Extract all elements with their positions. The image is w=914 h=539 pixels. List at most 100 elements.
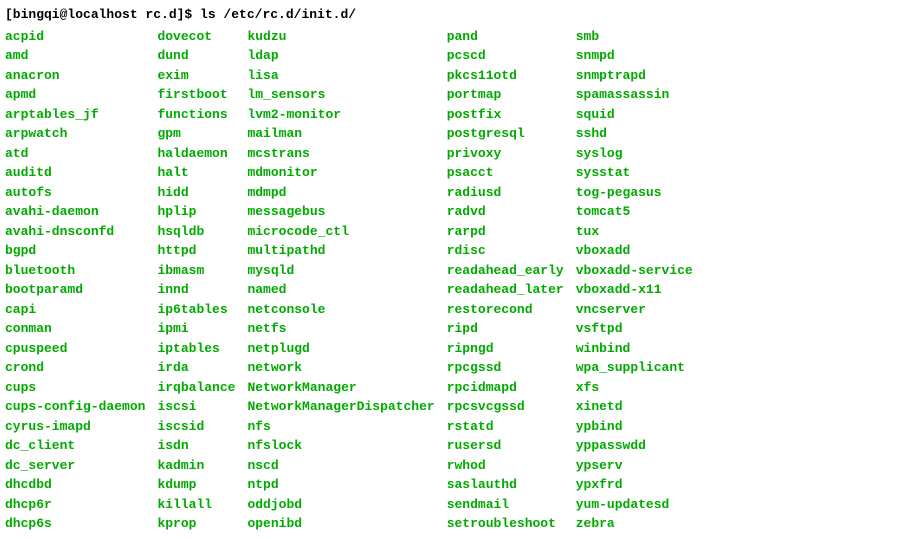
file-entry: kudzu <box>247 27 434 47</box>
file-entry: psacct <box>447 163 564 183</box>
file-entry: wpa_supplicant <box>576 358 693 378</box>
file-entry: acpid <box>5 27 145 47</box>
file-entry: privoxy <box>447 144 564 164</box>
file-entry: radiusd <box>447 183 564 203</box>
file-entry: mdmpd <box>247 183 434 203</box>
file-entry: killall <box>157 495 235 515</box>
file-entry: atd <box>5 144 145 164</box>
file-entry: pkcs11otd <box>447 66 564 86</box>
file-entry: openibd <box>247 514 434 534</box>
file-entry: ripd <box>447 319 564 339</box>
directory-listing: acpidamdanacronapmdarptables_jfarpwatcha… <box>5 27 909 534</box>
file-entry: crond <box>5 358 145 378</box>
file-entry: avahi-dnsconfd <box>5 222 145 242</box>
file-entry: ypbind <box>576 417 693 437</box>
file-entry: arptables_jf <box>5 105 145 125</box>
file-entry: innd <box>157 280 235 300</box>
file-entry: squid <box>576 105 693 125</box>
listing-column-1: dovecotdundeximfirstbootfunctionsgpmhald… <box>157 27 247 534</box>
file-entry: bootparamd <box>5 280 145 300</box>
file-entry: conman <box>5 319 145 339</box>
file-entry: cups <box>5 378 145 398</box>
file-entry: multipathd <box>247 241 434 261</box>
file-entry: kdump <box>157 475 235 495</box>
file-entry: network <box>247 358 434 378</box>
file-entry: nfs <box>247 417 434 437</box>
file-entry: dc_server <box>5 456 145 476</box>
file-entry: bluetooth <box>5 261 145 281</box>
file-entry: mailman <box>247 124 434 144</box>
file-entry: readahead_early <box>447 261 564 281</box>
file-entry: ldap <box>247 46 434 66</box>
file-entry: ripngd <box>447 339 564 359</box>
listing-column-2: kudzuldaplisalm_sensorslvm2-monitormailm… <box>247 27 446 534</box>
file-entry: firstboot <box>157 85 235 105</box>
file-entry: ipmi <box>157 319 235 339</box>
file-entry: sshd <box>576 124 693 144</box>
listing-column-4: smbsnmpdsnmptrapdspamassassinsquidsshdsy… <box>576 27 705 534</box>
file-entry: functions <box>157 105 235 125</box>
shell-prompt: [bingqi@localhost rc.d]$ ls /etc/rc.d/in… <box>5 5 909 25</box>
file-entry: syslog <box>576 144 693 164</box>
file-entry: auditd <box>5 163 145 183</box>
file-entry: irda <box>157 358 235 378</box>
file-entry: rwhod <box>447 456 564 476</box>
file-entry: oddjobd <box>247 495 434 515</box>
file-entry: NetworkManagerDispatcher <box>247 397 434 417</box>
file-entry: lvm2-monitor <box>247 105 434 125</box>
file-entry: httpd <box>157 241 235 261</box>
file-entry: NetworkManager <box>247 378 434 398</box>
file-entry: postfix <box>447 105 564 125</box>
file-entry: snmpd <box>576 46 693 66</box>
file-entry: kadmin <box>157 456 235 476</box>
file-entry: autofs <box>5 183 145 203</box>
file-entry: rstatd <box>447 417 564 437</box>
file-entry: dhcp6r <box>5 495 145 515</box>
file-entry: kprop <box>157 514 235 534</box>
file-entry: vboxadd-x11 <box>576 280 693 300</box>
file-entry: ypxfrd <box>576 475 693 495</box>
file-entry: isdn <box>157 436 235 456</box>
file-entry: vsftpd <box>576 319 693 339</box>
file-entry: dovecot <box>157 27 235 47</box>
file-entry: snmptrapd <box>576 66 693 86</box>
file-entry: spamassassin <box>576 85 693 105</box>
file-entry: smb <box>576 27 693 47</box>
file-entry: lm_sensors <box>247 85 434 105</box>
file-entry: dhcp6s <box>5 514 145 534</box>
file-entry: zebra <box>576 514 693 534</box>
file-entry: ip6tables <box>157 300 235 320</box>
file-entry: nfslock <box>247 436 434 456</box>
file-entry: netfs <box>247 319 434 339</box>
file-entry: vboxadd-service <box>576 261 693 281</box>
file-entry: postgresql <box>447 124 564 144</box>
file-entry: tomcat5 <box>576 202 693 222</box>
file-entry: sysstat <box>576 163 693 183</box>
file-entry: vncserver <box>576 300 693 320</box>
file-entry: bgpd <box>5 241 145 261</box>
file-entry: amd <box>5 46 145 66</box>
file-entry: pcscd <box>447 46 564 66</box>
file-entry: iscsi <box>157 397 235 417</box>
file-entry: lisa <box>247 66 434 86</box>
file-entry: winbind <box>576 339 693 359</box>
file-entry: mcstrans <box>247 144 434 164</box>
file-entry: cyrus-imapd <box>5 417 145 437</box>
file-entry: iscsid <box>157 417 235 437</box>
file-entry: hplip <box>157 202 235 222</box>
file-entry: pand <box>447 27 564 47</box>
listing-column-3: pandpcscdpkcs11otdportmappostfixpostgres… <box>447 27 576 534</box>
file-entry: netplugd <box>247 339 434 359</box>
file-entry: yppasswdd <box>576 436 693 456</box>
file-entry: dund <box>157 46 235 66</box>
file-entry: halt <box>157 163 235 183</box>
file-entry: rpcidmapd <box>447 378 564 398</box>
file-entry: portmap <box>447 85 564 105</box>
file-entry: rpcgssd <box>447 358 564 378</box>
file-entry: hidd <box>157 183 235 203</box>
file-entry: mysqld <box>247 261 434 281</box>
file-entry: ypserv <box>576 456 693 476</box>
file-entry: dc_client <box>5 436 145 456</box>
listing-column-0: acpidamdanacronapmdarptables_jfarpwatcha… <box>5 27 157 534</box>
file-entry: rarpd <box>447 222 564 242</box>
